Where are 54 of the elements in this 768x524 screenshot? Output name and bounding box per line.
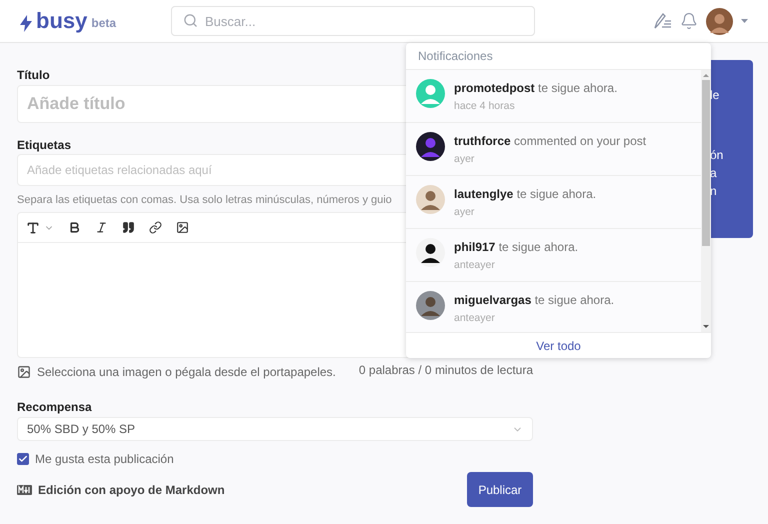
text-size-icon[interactable] — [26, 220, 40, 234]
pen-lines-icon[interactable] — [654, 13, 672, 29]
notification-text: miguelvargas te sigue ahora. — [454, 293, 614, 308]
notification-time: ayer — [454, 153, 476, 166]
search-icon — [183, 13, 198, 28]
field-label: Título — [17, 67, 50, 83]
notification-text: truthforce commented on your post — [454, 134, 646, 149]
image-hint: Selecciona una imagen o pégala desde el portapapeles. — [37, 364, 336, 380]
scrollbar-thumb[interactable] — [702, 80, 710, 246]
bold-icon[interactable] — [68, 221, 81, 234]
notification-item[interactable]: lautenglye te sigue ahora. ayer — [406, 176, 701, 229]
notification-text: phil917 te sigue ahora. — [454, 240, 578, 255]
notification-time: hace 4 horas — [454, 100, 516, 113]
notification-time: anteayer — [454, 259, 496, 272]
reward-select[interactable]: 50% SBD y 50% SP — [17, 417, 533, 441]
notification-text: lautenglye te sigue ahora. — [454, 187, 596, 202]
notification-item[interactable]: truthforce commented on your post ayer — [406, 123, 701, 176]
see-all-link[interactable]: Ver todo — [536, 336, 581, 354]
field-label: Etiquetas — [17, 137, 72, 153]
dropdown-title: Notificaciones — [418, 48, 493, 65]
notification-item[interactable]: phil917 te sigue ahora. anteayer — [406, 229, 701, 282]
card-text: le — [710, 87, 720, 104]
checkbox-label: Me gusta esta publicación — [35, 451, 174, 467]
like-checkbox[interactable] — [17, 453, 29, 465]
notification-time: anteayer — [454, 312, 496, 325]
notification-item[interactable]: miguelvargas te sigue ahora. anteayer — [406, 282, 701, 332]
publish-button[interactable]: Publicar — [467, 472, 533, 507]
quote-icon[interactable] — [122, 221, 135, 234]
word-count: 0 palabras / 0 minutos de lectura — [358, 362, 533, 379]
profile-avatar[interactable] — [706, 8, 733, 34]
avatar-icon — [416, 132, 445, 161]
avatar-icon — [416, 79, 445, 108]
help-text: Separa las etiquetas con comas. Usa solo letras minúsculas, números y guio — [17, 193, 392, 208]
logo[interactable]: busy — [36, 10, 88, 32]
bell-icon[interactable] — [680, 12, 698, 30]
link-icon[interactable] — [149, 221, 162, 234]
markdown-icon — [17, 484, 32, 494]
avatar-icon — [416, 238, 445, 267]
markdown-note: Edición con apoyo de Markdown — [38, 482, 225, 498]
image-icon[interactable] — [176, 221, 189, 234]
notification-time: ayer — [454, 206, 476, 219]
scrollbar[interactable] — [701, 70, 711, 332]
field-label: Recompensa — [17, 399, 92, 415]
caret-icon[interactable] — [741, 19, 748, 23]
image-icon[interactable] — [17, 365, 31, 379]
card-text: n — [710, 183, 718, 200]
avatar-icon — [416, 291, 445, 320]
search-field[interactable]: Buscar... — [171, 6, 535, 36]
avatar-icon — [416, 185, 445, 214]
lightning-icon — [20, 15, 32, 32]
beta-label: beta — [91, 15, 116, 32]
card-text: a — [710, 165, 718, 182]
notification-item[interactable]: promotedpost te sigue ahora. hace 4 horas — [406, 70, 701, 123]
italic-icon[interactable] — [95, 221, 108, 234]
